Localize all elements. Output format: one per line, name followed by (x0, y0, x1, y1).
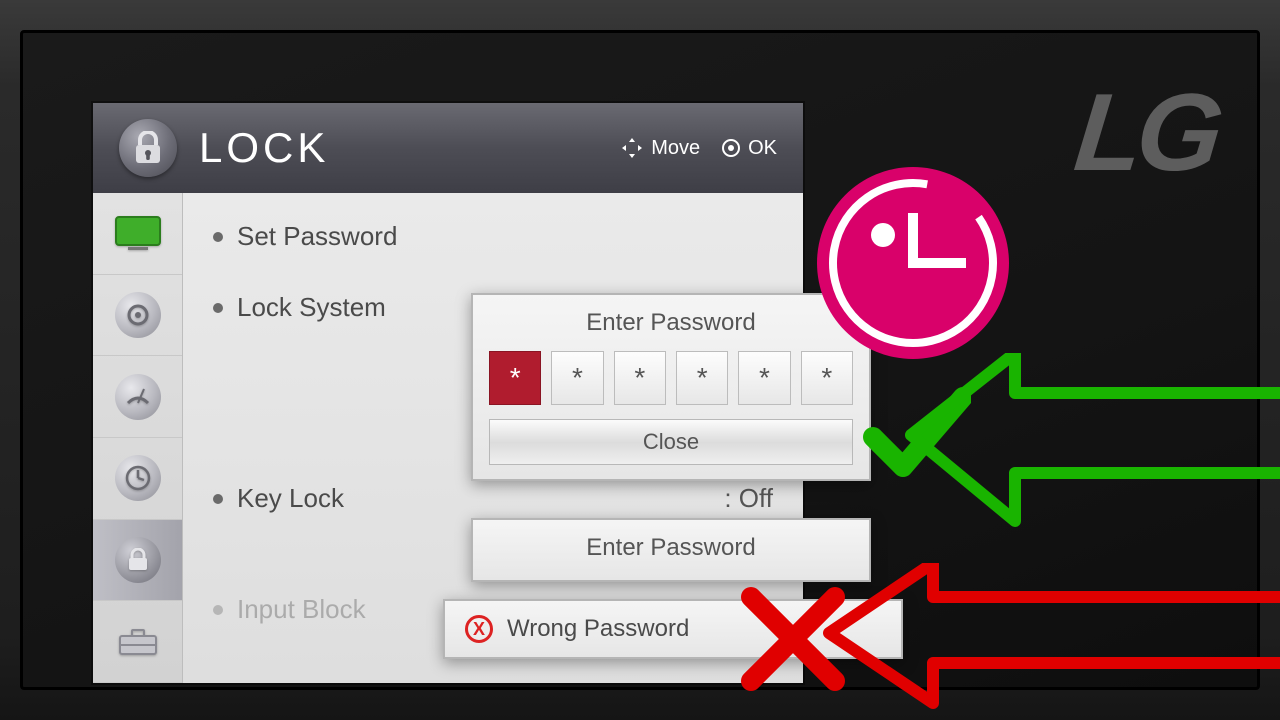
sidebar-item-channel[interactable] (93, 356, 182, 438)
bullet-icon (213, 232, 223, 242)
sidebar (93, 193, 183, 683)
bullet-icon (213, 303, 223, 313)
error-text: Wrong Password (507, 615, 689, 643)
annotation-arrow-green (905, 353, 1280, 548)
annotation-arrow-red (823, 563, 1280, 718)
lg-logo-badge (813, 163, 1013, 368)
menu-row-key-lock[interactable]: Key Lock : Off (213, 483, 773, 514)
menu-row-set-password[interactable]: Set Password (213, 221, 773, 252)
lg-wordmark: LG (1070, 69, 1224, 196)
dialog-title: Enter Password (489, 309, 853, 337)
sidebar-item-time[interactable] (93, 438, 182, 520)
briefcase-icon (116, 626, 160, 658)
pin-row: * * * * * * (489, 351, 853, 405)
password-dialog-success: Enter Password * * * * * * Close (471, 293, 871, 481)
pin-digit-3[interactable]: * (676, 351, 728, 405)
speaker-icon (115, 292, 161, 338)
sidebar-item-lock[interactable] (93, 520, 182, 602)
hint-move: Move (621, 137, 700, 160)
pin-digit-2[interactable]: * (614, 351, 666, 405)
tv-screen: LOCK Move OK (20, 30, 1260, 690)
lock-icon (115, 537, 161, 583)
pin-digit-0[interactable]: * (489, 351, 541, 405)
pin-digit-4[interactable]: * (738, 351, 790, 405)
lock-icon (119, 119, 177, 177)
clock-icon (115, 455, 161, 501)
value-key-lock: Off (739, 483, 773, 513)
bullet-icon (213, 494, 223, 504)
password-dialog-fail: Enter Password (471, 518, 871, 582)
osd-header: LOCK Move OK (93, 103, 803, 193)
bullet-icon (213, 605, 223, 615)
move-arrows-icon (621, 137, 643, 159)
dialog-title: Enter Password (489, 534, 853, 562)
satellite-icon (115, 374, 161, 420)
error-x-icon: X (465, 615, 493, 643)
sidebar-item-audio[interactable] (93, 275, 182, 357)
pin-digit-1[interactable]: * (551, 351, 603, 405)
hint-ok: OK (722, 137, 777, 160)
sidebar-item-option[interactable] (93, 601, 182, 683)
ok-dot-icon (722, 139, 740, 157)
sidebar-item-picture[interactable] (93, 193, 182, 275)
monitor-icon (114, 215, 162, 251)
close-button[interactable]: Close (489, 419, 853, 465)
page-title: LOCK (199, 124, 621, 172)
